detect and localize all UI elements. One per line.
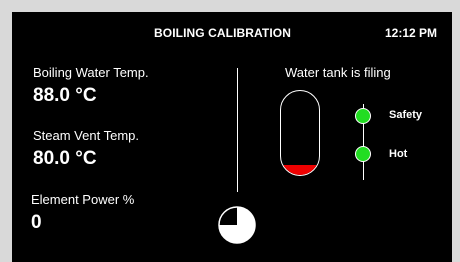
- boiling-temp-value: 88.0 °C: [33, 85, 97, 106]
- element-power-value: 0: [31, 212, 42, 233]
- clock: 12:12 PM: [385, 26, 438, 40]
- water-tank: [280, 90, 320, 176]
- steam-temp-value: 80.0 °C: [33, 148, 97, 169]
- safety-indicator-icon: [355, 108, 371, 124]
- hot-indicator-icon: [355, 146, 371, 162]
- tank-status-text: Water tank is filing: [285, 65, 391, 80]
- hot-indicator-label: Hot: [389, 148, 408, 160]
- device-frame: BOILING CALIBRATION 12:12 PM Boiling Wat…: [0, 0, 460, 262]
- display-panel: BOILING CALIBRATION 12:12 PM Boiling Wat…: [12, 12, 452, 262]
- pie-progress-icon: [218, 206, 256, 244]
- tank-water-level: [281, 164, 319, 175]
- steam-temp-label: Steam Vent Temp.: [33, 128, 139, 143]
- element-power-label: Element Power %: [31, 192, 135, 207]
- screen-title: BOILING CALIBRATION: [154, 26, 291, 40]
- safety-indicator-label: Safety: [389, 109, 423, 121]
- divider-line: [237, 68, 238, 192]
- boiling-temp-label: Boiling Water Temp.: [33, 65, 149, 80]
